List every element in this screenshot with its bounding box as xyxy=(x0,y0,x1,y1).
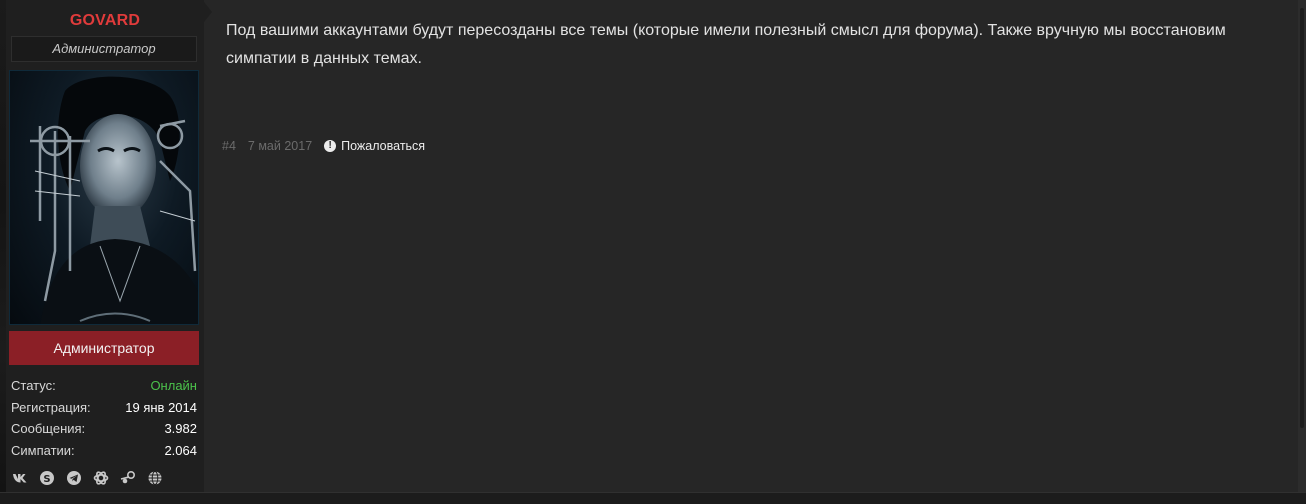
panel-arrow xyxy=(204,2,212,22)
post-page: GOVARD Администратор Администратор Стату… xyxy=(0,0,1306,504)
post-message: Под вашими аккаунтами будут пересозданы … xyxy=(226,22,1226,67)
skype-icon[interactable]: S xyxy=(38,469,56,487)
stat-registration-label: Регистрация: xyxy=(11,399,91,415)
user-info-panel: GOVARD Администратор Администратор Стату… xyxy=(6,0,204,492)
stat-likes-value: 2.064 xyxy=(164,442,197,458)
stat-likes-label: Симпатии: xyxy=(11,442,75,458)
vk-icon[interactable] xyxy=(11,469,29,487)
stat-status-label: Статус: xyxy=(11,378,56,393)
battlenet-icon[interactable] xyxy=(92,469,110,487)
report-label: Пожаловаться xyxy=(341,139,426,153)
post-divider xyxy=(0,492,1306,504)
user-stats: Статус: Онлайн Регистрация: 19 янв 2014 … xyxy=(11,377,197,463)
stat-registration-value: 19 янв 2014 xyxy=(125,399,197,415)
svg-text:S: S xyxy=(43,474,50,485)
stat-likes: Симпатии: 2.064 xyxy=(11,442,197,464)
user-title-box: Администратор xyxy=(11,36,197,62)
stat-messages: Сообщения: 3.982 xyxy=(11,420,197,442)
warning-icon: ! xyxy=(324,140,337,152)
stat-status: Статус: Онлайн xyxy=(11,377,197,399)
user-title: Администратор xyxy=(52,41,156,56)
stat-messages-label: Сообщения: xyxy=(11,421,86,436)
stat-registration: Регистрация: 19 янв 2014 xyxy=(11,399,197,421)
website-icon[interactable] xyxy=(146,469,164,487)
post-meta: #4 7 май 2017 ! Пожаловаться xyxy=(222,137,425,155)
stat-messages-value[interactable]: 3.982 xyxy=(164,420,197,442)
username-link[interactable]: GOVARD xyxy=(6,12,204,30)
stat-status-value: Онлайн xyxy=(150,378,197,393)
report-button[interactable]: ! Пожаловаться xyxy=(324,139,425,153)
post-number-link[interactable]: #4 xyxy=(222,139,236,153)
role-banner: Администратор xyxy=(9,331,199,365)
post-date[interactable]: 7 май 2017 xyxy=(248,139,312,153)
telegram-icon[interactable] xyxy=(65,469,83,487)
scrollbar[interactable] xyxy=(1298,0,1306,504)
social-links: S xyxy=(11,468,197,488)
avatar[interactable] xyxy=(9,70,199,325)
scrollbar-track[interactable] xyxy=(1300,8,1304,428)
steam-icon[interactable] xyxy=(119,469,137,487)
